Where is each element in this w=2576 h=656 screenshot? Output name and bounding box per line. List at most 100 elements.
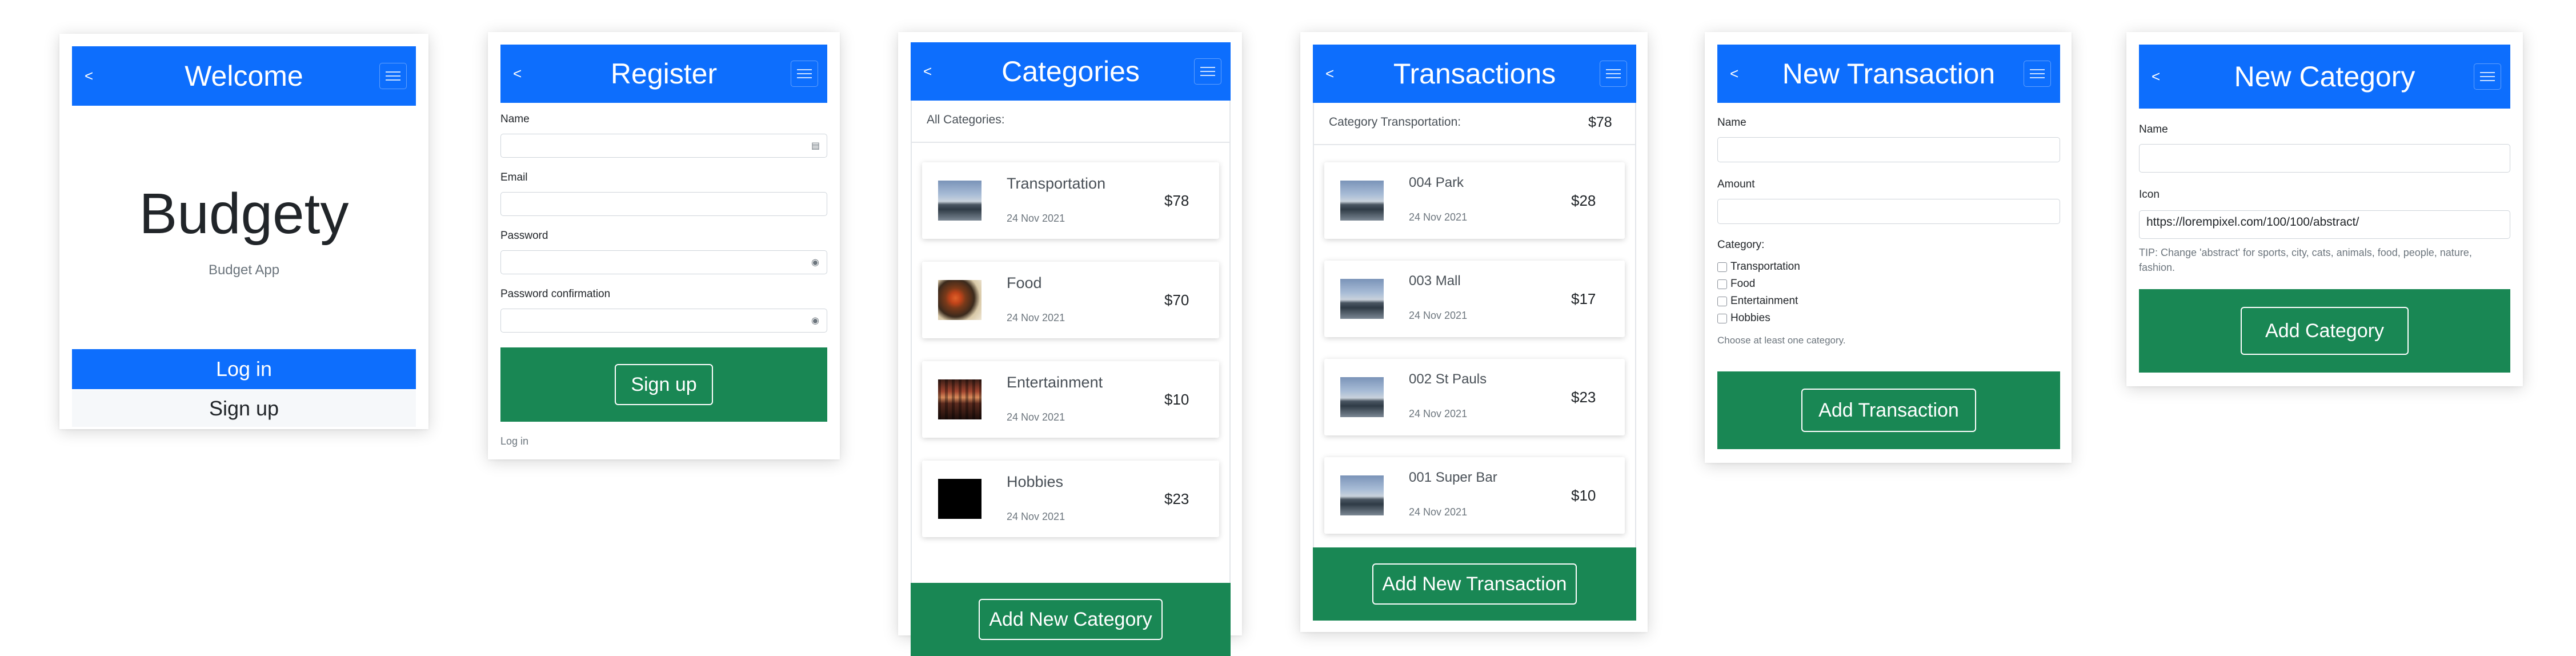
menu-button[interactable] — [2474, 63, 2501, 90]
name-field[interactable] — [500, 134, 827, 158]
category-item[interactable]: Food 24 Nov 2021 $70 — [922, 262, 1219, 338]
transaction-name: 003 Mall — [1409, 273, 1461, 289]
name-label: Name — [1717, 117, 1746, 129]
email-field[interactable] — [500, 192, 827, 216]
icon-label: Icon — [2139, 189, 2160, 201]
back-button[interactable]: < — [85, 67, 93, 85]
welcome-screen: < Welcome Budgety Budget App Log in Sign… — [59, 34, 428, 429]
add-category-section: Add New Category — [911, 583, 1231, 656]
black-image — [938, 479, 981, 519]
register-screen: < Register Name ▤ Email Password ◉ Passw… — [488, 32, 840, 459]
transaction-item[interactable]: 001 Super Bar 24 Nov 2021 $10 — [1324, 457, 1625, 534]
eye-icon[interactable]: ◉ — [811, 257, 819, 268]
transaction-date: 24 Nov 2021 — [1409, 211, 1468, 223]
transaction-item[interactable]: 002 St Pauls 24 Nov 2021 $23 — [1324, 359, 1625, 435]
page-title: New Transaction — [1782, 58, 1996, 90]
hamburger-menu-icon — [797, 69, 812, 70]
category-amount: $10 — [1164, 391, 1189, 408]
login-link[interactable]: Log in — [500, 435, 528, 447]
back-button[interactable]: < — [2152, 68, 2160, 86]
category-name: Hobbies — [1007, 473, 1064, 490]
category-item[interactable]: Transportation 24 Nov 2021 $78 — [922, 162, 1219, 239]
list-title: All Categories: — [927, 113, 1005, 126]
tip-text-line2: fashion. — [2139, 262, 2176, 273]
category-date: 24 Nov 2021 — [1007, 411, 1065, 423]
entertainment-photo — [938, 379, 981, 419]
add-category-button[interactable]: Add Category — [2241, 307, 2409, 355]
transaction-amount: $10 — [1571, 487, 1596, 504]
category-item[interactable]: Entertainment 24 Nov 2021 $10 — [922, 361, 1219, 438]
category-amount: $70 — [1164, 291, 1189, 309]
hamburger-menu-icon — [1200, 67, 1215, 68]
signup-button[interactable]: Sign up — [615, 364, 713, 405]
header-bar: < Categories — [911, 42, 1231, 101]
amount-label: Amount — [1717, 178, 1755, 190]
eye-icon[interactable]: ◉ — [811, 315, 819, 326]
back-button[interactable]: < — [513, 65, 522, 83]
password-field[interactable] — [500, 250, 827, 274]
page-title: Transactions — [1393, 58, 1556, 90]
category-item[interactable]: Hobbies 24 Nov 2021 $23 — [922, 461, 1219, 537]
category-option-entertainment[interactable]: Entertainment — [1717, 293, 1800, 310]
transaction-name: 001 Super Bar — [1409, 470, 1497, 485]
category-date: 24 Nov 2021 — [1007, 213, 1065, 224]
checkbox[interactable] — [1717, 313, 1727, 323]
checkbox[interactable] — [1717, 296, 1727, 306]
page-title: Categories — [1001, 55, 1140, 87]
menu-button[interactable] — [791, 61, 818, 87]
menu-button[interactable] — [1194, 58, 1221, 85]
category-amount: $23 — [1164, 490, 1189, 507]
name-field[interactable] — [2139, 144, 2510, 173]
password-label: Password — [500, 230, 548, 242]
add-new-transaction-button[interactable]: Add New Transaction — [1372, 563, 1577, 605]
menu-button[interactable] — [379, 63, 407, 89]
transaction-item[interactable]: 004 Park 24 Nov 2021 $28 — [1324, 162, 1625, 239]
road-photo — [938, 181, 981, 221]
category-amount: $78 — [1164, 192, 1189, 209]
category-total: $78 — [1588, 114, 1612, 130]
back-button[interactable]: < — [1730, 65, 1738, 83]
transaction-date: 24 Nov 2021 — [1409, 408, 1468, 419]
transaction-date: 24 Nov 2021 — [1409, 310, 1468, 321]
signup-button[interactable]: Sign up — [72, 390, 416, 427]
amount-field[interactable] — [1717, 199, 2060, 224]
hamburger-menu-icon — [386, 71, 400, 73]
name-label: Name — [500, 113, 530, 125]
hamburger-menu-icon — [2480, 72, 2495, 73]
road-photo — [1340, 181, 1384, 221]
add-transaction-section: Add New Transaction — [1313, 547, 1636, 621]
category-option-hobbies[interactable]: Hobbies — [1717, 310, 1800, 327]
page-title: Register — [610, 58, 718, 90]
id-card-icon: ▤ — [811, 141, 820, 151]
transaction-date: 24 Nov 2021 — [1409, 506, 1468, 518]
category-option-transportation[interactable]: Transportation — [1717, 258, 1800, 275]
icon-url-field[interactable]: https://lorempixel.com/100/100/abstract/ — [2139, 210, 2510, 239]
signup-section: Sign up — [500, 347, 827, 422]
category-name: Food — [1007, 274, 1042, 291]
menu-button[interactable] — [2024, 61, 2051, 87]
password-confirmation-label: Password confirmation — [500, 288, 611, 300]
road-photo — [1340, 475, 1384, 515]
back-button[interactable]: < — [923, 63, 932, 81]
transaction-item[interactable]: 003 Mall 24 Nov 2021 $17 — [1324, 261, 1625, 337]
back-button[interactable]: < — [1325, 65, 1334, 83]
header-bar: < New Category — [2139, 45, 2510, 109]
add-new-category-button[interactable]: Add New Category — [979, 599, 1163, 640]
password-confirmation-field[interactable] — [500, 309, 827, 333]
transactions-screen: < Transactions Category Transportation: … — [1300, 32, 1648, 632]
name-label: Name — [2139, 123, 2168, 135]
category-option-food[interactable]: Food — [1717, 275, 1800, 293]
category-name: Transportation — [1007, 175, 1106, 192]
login-button[interactable]: Log in — [72, 349, 416, 389]
checkbox[interactable] — [1717, 262, 1727, 272]
add-category-section: Add Category — [2139, 289, 2510, 373]
transaction-name: 002 St Pauls — [1409, 371, 1487, 387]
header-bar: < Welcome — [72, 46, 416, 106]
category-title: Category Transportation: — [1329, 115, 1461, 129]
header-bar: < Transactions — [1313, 45, 1636, 103]
name-field[interactable] — [1717, 137, 2060, 162]
new-transaction-screen: < New Transaction Name Amount Category: … — [1705, 32, 2072, 463]
checkbox[interactable] — [1717, 279, 1727, 289]
menu-button[interactable] — [1600, 61, 1627, 87]
add-transaction-button[interactable]: Add Transaction — [1801, 389, 1976, 432]
